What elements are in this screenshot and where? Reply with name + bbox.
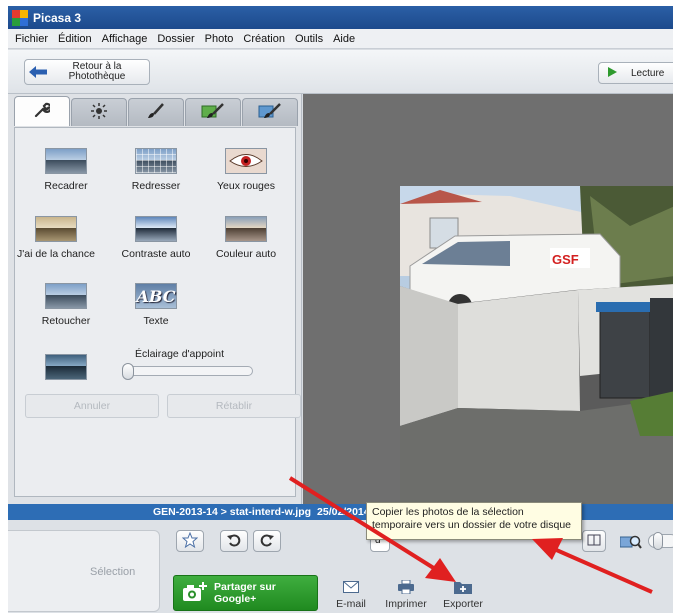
auto-color-thumbnail: [225, 216, 267, 242]
fill-light-thumbnail-tool: [21, 354, 111, 386]
retouch-tool[interactable]: Retoucher: [21, 283, 111, 327]
print-label: Imprimer: [385, 598, 427, 610]
tooltip-line-2: temporaire vers un dossier de votre disq…: [372, 519, 572, 531]
tooltip-line-1: Copier les photos de la sélection: [372, 506, 524, 518]
export-folder-icon: [438, 576, 488, 598]
text-label: Texte: [143, 315, 169, 327]
straighten-tool[interactable]: Redresser: [111, 148, 201, 192]
zoom-magnifier-icon[interactable]: [619, 534, 642, 553]
lucky-label: J'ai de la chance: [17, 248, 95, 260]
zoom-slider-thumb[interactable]: [653, 532, 663, 550]
auto-contrast-tool[interactable]: Contraste auto: [111, 216, 201, 260]
auto-color-tool[interactable]: Couleur auto: [201, 216, 291, 260]
email-icon: [331, 576, 371, 598]
share-google-plus-button[interactable]: Partager sur Google+: [173, 575, 318, 611]
slideshow-label: Lecture: [631, 67, 665, 79]
menu-affichage[interactable]: Affichage: [97, 33, 153, 45]
menu-fichier[interactable]: Fichier: [10, 33, 53, 45]
text-thumbnail: ABC: [135, 283, 177, 309]
email-label: E-mail: [336, 598, 366, 610]
tab-effects-2[interactable]: [185, 98, 241, 126]
tab-tuning[interactable]: [71, 98, 127, 126]
slideshow-button[interactable]: Lecture: [598, 62, 673, 84]
star-icon: [181, 531, 199, 551]
lucky-thumbnail: [35, 216, 77, 242]
text-tool[interactable]: ABC Texte: [111, 283, 201, 327]
lucky-tool[interactable]: J'ai de la chance: [11, 216, 101, 260]
svg-text:GSF: GSF: [552, 252, 579, 267]
toolbar: Retour à la Photothèque Lecture: [8, 50, 673, 94]
picasa-logo-icon: [12, 9, 28, 26]
edit-panel: Recadrer Redresser Yeux rouges J'ai de l…: [8, 94, 302, 504]
photo-viewer: GSF: [303, 94, 673, 504]
brush-icon: [147, 103, 165, 122]
tab-effects[interactable]: [128, 98, 184, 126]
fill-light-thumbnail: [45, 354, 87, 380]
selection-label: Sélection: [90, 566, 136, 578]
rotate-left-icon: [227, 533, 241, 550]
email-action[interactable]: E-mail: [331, 576, 371, 610]
compare-icon: [587, 534, 601, 549]
auto-contrast-label: Contraste auto: [121, 248, 191, 260]
menu-aide[interactable]: Aide: [328, 33, 360, 45]
rotate-left-button[interactable]: [220, 530, 248, 552]
share-label: Partager sur Google+: [214, 581, 276, 605]
title-bar: Picasa 3: [8, 6, 673, 29]
tab-basic-fixes[interactable]: [14, 96, 70, 126]
export-tooltip: Copier les photos de la sélection tempor…: [366, 502, 582, 540]
wrench-icon: [34, 102, 52, 121]
green-brush-icon: [201, 103, 225, 122]
menu-outils[interactable]: Outils: [290, 33, 328, 45]
crop-thumbnail: [45, 148, 87, 174]
export-label: Exporter: [443, 598, 483, 610]
arrow-left-icon: [25, 66, 51, 78]
menu-photo[interactable]: Photo: [200, 33, 239, 45]
rotate-right-icon: [260, 533, 274, 550]
back-button-label: Retour à la Photothèque: [68, 61, 126, 82]
back-to-library-button[interactable]: Retour à la Photothèque: [24, 59, 150, 85]
star-button[interactable]: [176, 530, 204, 552]
tab-effects-3[interactable]: [242, 98, 298, 126]
blue-brush-icon: [258, 103, 282, 122]
red-eye-label: Yeux rouges: [217, 180, 275, 192]
retouch-label: Retoucher: [41, 315, 91, 327]
crop-tool[interactable]: Recadrer: [21, 148, 111, 192]
crop-label: Recadrer: [44, 180, 88, 192]
menu-edition[interactable]: Édition: [53, 33, 97, 45]
selection-tray[interactable]: Sélection: [8, 530, 160, 612]
auto-color-label: Couleur auto: [215, 248, 277, 260]
straighten-label: Redresser: [131, 180, 181, 192]
auto-contrast-thumbnail: [135, 216, 177, 242]
eye-icon: [225, 148, 267, 174]
camera-plus-icon: [182, 581, 208, 605]
edit-tabs: [14, 96, 299, 128]
export-action[interactable]: Exporter: [438, 576, 488, 610]
print-action[interactable]: Imprimer: [381, 576, 431, 610]
fill-light-label: Éclairage d'appoint: [135, 348, 224, 360]
rotate-right-button[interactable]: [253, 530, 281, 552]
window-title: Picasa 3: [33, 10, 82, 25]
sun-icon: [91, 103, 107, 122]
fill-light-slider[interactable]: [122, 363, 253, 380]
red-eye-tool[interactable]: Yeux rouges: [201, 148, 291, 192]
undo-button[interactable]: Annuler: [25, 394, 159, 418]
menu-dossier[interactable]: Dossier: [152, 33, 199, 45]
play-icon: [607, 66, 617, 80]
file-path: GEN-2013-14 > stat-interd-w.jpg: [153, 506, 312, 518]
fill-light-slider-thumb[interactable]: [122, 363, 134, 380]
retouch-thumbnail: [45, 283, 87, 309]
basic-fixes-pane: Recadrer Redresser Yeux rouges J'ai de l…: [11, 127, 301, 497]
photo-preview: GSF: [400, 186, 673, 504]
menu-creation[interactable]: Création: [238, 33, 290, 45]
straighten-thumbnail: [135, 148, 177, 174]
compare-button[interactable]: [582, 530, 606, 552]
menu-bar: Fichier Édition Affichage Dossier Photo …: [8, 29, 673, 49]
redo-button[interactable]: Rétablir: [167, 394, 301, 418]
printer-icon: [381, 576, 431, 598]
zoom-slider[interactable]: [648, 532, 673, 550]
